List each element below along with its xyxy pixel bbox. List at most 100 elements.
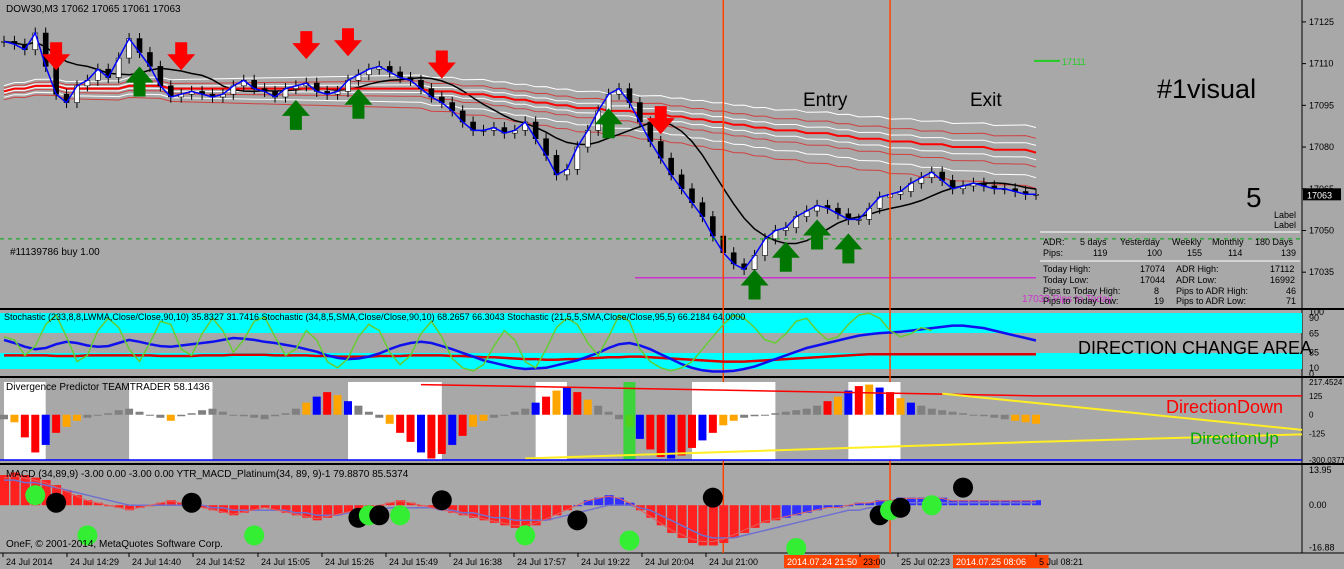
divergence-bar: [458, 414, 467, 436]
macd-hist-bar: [708, 505, 718, 546]
macd-green-dot: [244, 525, 265, 546]
div-axis-label: 217.4524: [1309, 378, 1343, 387]
divergence-bar: [875, 387, 884, 415]
entry-label: Entry: [803, 90, 848, 111]
adr-r3c3: 71: [1286, 296, 1296, 306]
adr-r0c2: ADR High:: [1176, 264, 1219, 274]
adr-p1: 119: [1093, 248, 1107, 258]
div-axis-label: -300.0377: [1309, 456, 1344, 465]
adr-r1c1: 17044: [1140, 275, 1165, 285]
macd-black-dot: [369, 505, 390, 526]
divergence-bar: [333, 395, 342, 415]
divergence-bar: [729, 414, 738, 421]
divergence-bar: [302, 402, 311, 415]
divergence-bar: [510, 411, 519, 415]
divergence-bar: [396, 414, 405, 433]
divergence-bar: [927, 408, 936, 415]
time-axis-label: 24 Jul 20:04: [645, 557, 694, 567]
adr-p5: 139: [1281, 248, 1296, 258]
divergence-bar: [72, 414, 81, 421]
divergence-bar: [635, 414, 644, 439]
chart-svg[interactable]: 17111 1712517110170951708017065170501703…: [0, 0, 1344, 569]
macd-green-dot: [25, 485, 46, 506]
divergence-bar: [41, 414, 50, 445]
divergence-bar: [594, 405, 603, 415]
divergence-bar: [31, 414, 40, 453]
time-axis-label: 24 Jul 21:00: [709, 557, 758, 567]
divergence-bar: [573, 392, 582, 415]
divergence-bar: [948, 411, 957, 415]
price-axis-label: 17080: [1309, 142, 1334, 152]
main-panel[interactable]: [0, 0, 1302, 308]
divergence-bar: [760, 414, 769, 416]
divergence-bar: [886, 392, 895, 415]
divergence-bar: [656, 414, 665, 457]
divergence-bar: [229, 414, 238, 416]
five-label: 5: [1246, 182, 1262, 213]
divergence-title: Divergence Predictor TEAMTRADER 58.1436: [6, 382, 210, 393]
time-axis-label: 24 Jul 16:38: [453, 557, 502, 567]
divergence-bar: [208, 408, 217, 415]
divergence-bar: [469, 414, 478, 427]
divergence-bar: [145, 414, 154, 416]
divergence-bar: [375, 414, 384, 418]
time-axis-label: 2014.07.24 21:50: [787, 557, 857, 567]
divergence-bar: [1011, 414, 1020, 421]
macd-axis-label: -16.88: [1309, 543, 1335, 553]
divergence-bar: [271, 414, 280, 417]
divergence-bar: [500, 414, 509, 416]
adr-h5: 180 Days: [1255, 237, 1294, 247]
divergence-bar: [250, 414, 259, 418]
divergence-bar: [198, 410, 207, 415]
adr-r2c3: 46: [1286, 286, 1296, 296]
macd-black-dot: [181, 492, 202, 513]
divergence-bar: [1000, 414, 1009, 420]
adr-r2c0: Pips to Today High:: [1043, 286, 1120, 296]
time-axis-label: 24 Jul 15:49: [389, 557, 438, 567]
price-axis-label: 17110: [1309, 59, 1333, 69]
macd-black-dot: [567, 510, 588, 531]
order-line-label: #11139786 buy 1.00: [10, 247, 100, 258]
divergence-bar: [10, 414, 19, 423]
divergence-bar: [521, 408, 530, 415]
divergence-bar: [406, 414, 415, 442]
divergence-bar: [990, 414, 999, 418]
adr-h3: Weekly: [1172, 237, 1202, 247]
divergence-bar: [114, 410, 123, 415]
divergence-bar: [1021, 414, 1030, 423]
divergence-bar: [344, 401, 352, 415]
divergence-bar: [719, 414, 728, 426]
divergence-bar: [291, 408, 300, 415]
divergence-bar: [979, 414, 988, 417]
macd-hist-bar: [531, 505, 541, 526]
adr-r3c0: Pips to Today Low:: [1043, 296, 1118, 306]
macd-black-dot: [702, 487, 723, 508]
divergence-bar: [813, 405, 822, 415]
adr-r0c3: 17112: [1270, 264, 1294, 274]
macd-green-dot: [921, 495, 942, 516]
div-axis-label: -125: [1309, 430, 1326, 439]
divergence-bar: [562, 387, 571, 415]
divergence-bar: [385, 414, 394, 424]
divergence-bar: [750, 414, 759, 417]
price-axis-label: 17125: [1309, 17, 1334, 27]
divergence-bar: [323, 392, 332, 415]
divergence-bar: [854, 386, 863, 415]
macd-green-dot: [619, 530, 640, 551]
adr-p0: Pips:: [1043, 248, 1063, 258]
divergence-bar: [615, 414, 624, 420]
macd-black-dot: [953, 477, 974, 498]
divergence-bar: [416, 414, 425, 453]
divergence-bar: [281, 413, 290, 415]
brand-label: #1visual: [1157, 74, 1256, 104]
time-axis-label: 24 Jul 14:52: [196, 557, 245, 567]
divergence-bar: [531, 402, 540, 415]
divergence-bar: [865, 384, 874, 415]
adr-p2: 100: [1147, 248, 1162, 258]
divergence-bar: [844, 390, 853, 415]
time-axis-label: 24 Jul 15:05: [261, 557, 310, 567]
adr-r0c0: Today High:: [1043, 264, 1091, 274]
macd-axis-label: 13.95: [1309, 465, 1332, 475]
time-axis-label: 24 Jul 19:22: [581, 557, 630, 567]
divergence-bar: [1032, 414, 1040, 424]
